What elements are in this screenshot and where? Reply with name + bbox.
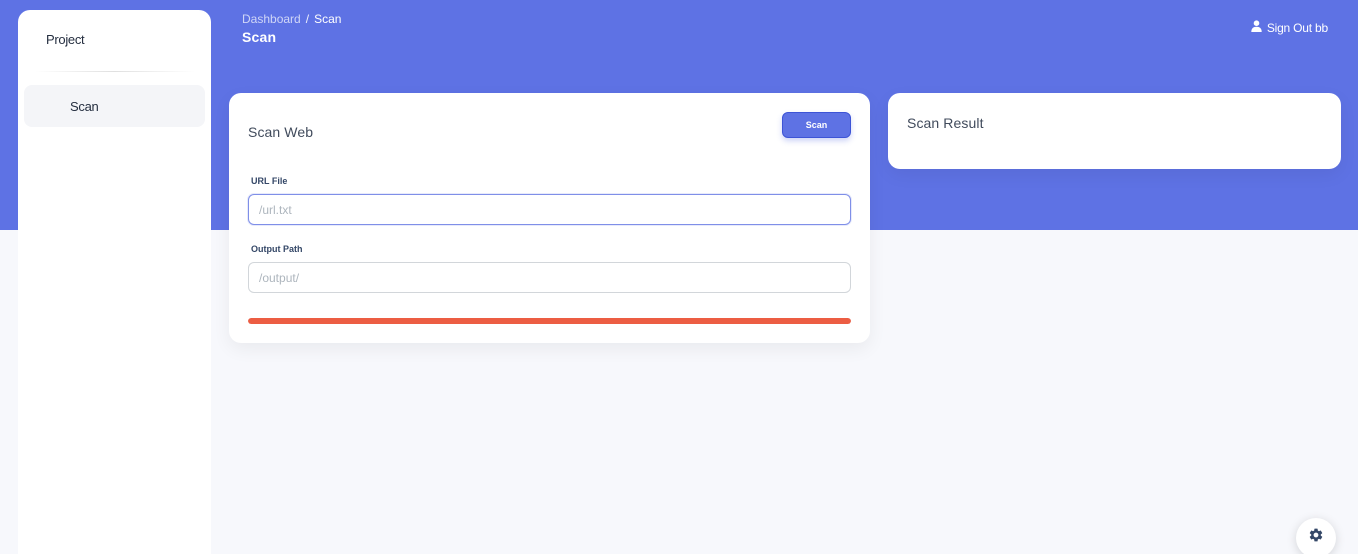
sidebar-item-label: Scan bbox=[70, 99, 99, 114]
url-file-input[interactable]: /url.txt bbox=[248, 194, 851, 225]
scan-web-card: Scan Web Scan URL File /url.txt Output P… bbox=[229, 93, 870, 343]
scan-button[interactable]: Scan bbox=[782, 112, 851, 138]
sidebar-brand[interactable]: Project bbox=[46, 32, 85, 47]
sign-out-link[interactable]: Sign Out bb bbox=[1251, 20, 1328, 35]
breadcrumb: Dashboard / Scan bbox=[242, 12, 341, 26]
sidebar: Project Scan bbox=[18, 10, 211, 554]
sidebar-item-scan[interactable]: Scan bbox=[24, 85, 205, 127]
scan-result-card: Scan Result bbox=[888, 93, 1341, 169]
scan-progress-bar bbox=[248, 318, 851, 324]
sign-out-label: Sign Out bb bbox=[1266, 20, 1328, 35]
gear-icon bbox=[1308, 528, 1324, 548]
scan-progress-fill bbox=[248, 318, 851, 324]
user-icon bbox=[1251, 20, 1262, 35]
scan-web-title: Scan Web bbox=[248, 124, 314, 140]
sidebar-divider bbox=[34, 71, 195, 72]
url-file-placeholder: /url.txt bbox=[259, 202, 292, 217]
scan-result-title: Scan Result bbox=[907, 115, 984, 131]
breadcrumb-separator: / bbox=[305, 12, 310, 26]
url-file-label: URL File bbox=[251, 176, 288, 186]
output-path-label: Output Path bbox=[251, 244, 303, 254]
output-path-input[interactable]: /output/ bbox=[248, 262, 851, 293]
settings-button[interactable] bbox=[1296, 518, 1336, 554]
page-title: Scan bbox=[242, 29, 277, 45]
output-path-placeholder: /output/ bbox=[259, 270, 300, 285]
breadcrumb-root[interactable]: Dashboard bbox=[242, 12, 301, 26]
breadcrumb-current: Scan bbox=[314, 12, 342, 26]
